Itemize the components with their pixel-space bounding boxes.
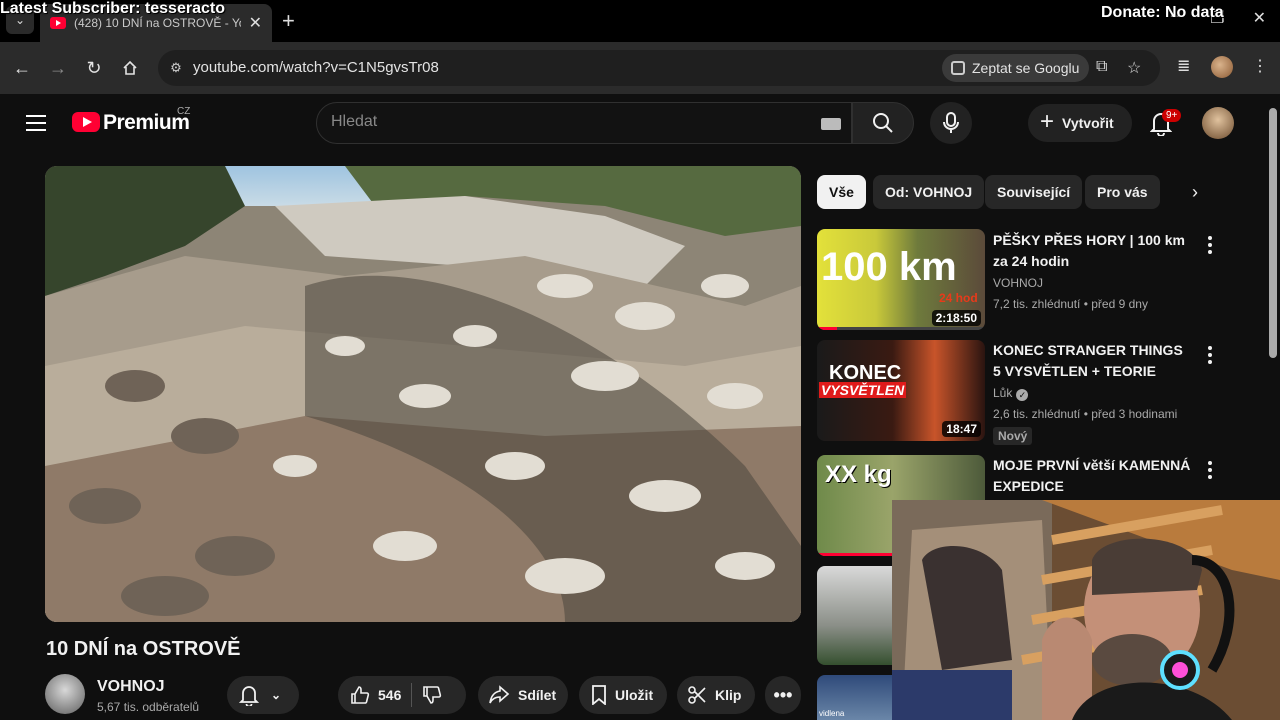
chip-related[interactable]: Související bbox=[985, 175, 1083, 209]
rec-meta-1: 7,2 tis. zhlédnutí • před 9 dny bbox=[993, 297, 1148, 311]
install-app-icon[interactable]: ⧉ bbox=[1096, 58, 1107, 76]
video-player[interactable] bbox=[45, 166, 801, 622]
scrollbar-thumb[interactable] bbox=[1269, 108, 1277, 358]
back-icon[interactable]: ← bbox=[10, 56, 34, 80]
user-avatar[interactable] bbox=[1202, 107, 1234, 139]
share-icon bbox=[489, 685, 510, 704]
rec-channel-1[interactable]: VOHNOJ bbox=[993, 276, 1043, 290]
tab-title: (428) 10 DNÍ na OSTROVĚ - YouTube bbox=[74, 16, 241, 30]
forward-icon[interactable]: → bbox=[46, 56, 70, 80]
channel-avatar[interactable] bbox=[45, 674, 85, 714]
rec-meta-2: 2,6 tis. zhlédnutí • před 3 hodinami bbox=[993, 407, 1178, 421]
tab-close-icon[interactable]: ✕ bbox=[249, 13, 262, 33]
youtube-header: Premium CZ + Vytvořit 9+ bbox=[0, 94, 1280, 156]
rec-channel-2[interactable]: Lůk ✓ bbox=[993, 386, 1029, 401]
channel-name[interactable]: VOHNOJ bbox=[97, 678, 165, 696]
lens-icon bbox=[951, 61, 965, 75]
search-box bbox=[316, 102, 852, 144]
youtube-favicon-icon bbox=[50, 17, 66, 29]
search-button[interactable] bbox=[852, 102, 914, 144]
rec-thumbnail-1[interactable]: 100 km 24 hod 2:18:50 bbox=[817, 229, 985, 330]
scissors-icon bbox=[688, 686, 706, 704]
bookmark-star-icon[interactable]: ☆ bbox=[1127, 58, 1141, 78]
chip-all[interactable]: Vše bbox=[817, 175, 866, 209]
rec-duration-2: 18:47 bbox=[942, 421, 981, 437]
clip-label: Klip bbox=[715, 687, 742, 703]
voice-search-button[interactable] bbox=[930, 102, 972, 144]
address-bar[interactable]: ⚙ youtube.com/watch?v=C1N5gvsTr08 Zeptat… bbox=[158, 50, 1160, 86]
menu-icon[interactable] bbox=[26, 115, 46, 131]
rec-menu-icon[interactable] bbox=[1208, 346, 1214, 364]
create-label: Vytvořit bbox=[1062, 115, 1114, 131]
chip-for-you[interactable]: Pro vás bbox=[1085, 175, 1160, 209]
search-icon bbox=[873, 113, 893, 133]
keyboard-icon[interactable] bbox=[821, 118, 841, 130]
home-icon[interactable] bbox=[118, 56, 142, 80]
search-input[interactable] bbox=[331, 113, 811, 131]
streamer-webcam bbox=[892, 500, 1280, 720]
stream-overlay-donate: Donate: No data bbox=[1101, 4, 1224, 21]
save-button[interactable]: Uložit bbox=[579, 676, 667, 714]
rec-duration-1: 2:18:50 bbox=[931, 310, 981, 326]
chevron-right-icon[interactable]: › bbox=[1180, 180, 1210, 204]
rec-channel-2-name: Lůk bbox=[993, 386, 1013, 400]
youtube-logo-icon[interactable] bbox=[72, 112, 100, 132]
site-info-icon[interactable]: ⚙ bbox=[166, 58, 186, 78]
rec-title-1[interactable]: PĚŠKY PŘES HORY | 100 km za 24 hodin bbox=[993, 230, 1193, 272]
ask-google-label: Zeptat se Googlu bbox=[972, 60, 1080, 76]
rec-thumb-text-3: XX kg bbox=[825, 461, 892, 488]
new-badge: Nový bbox=[993, 427, 1033, 445]
clip-button[interactable]: Klip bbox=[677, 676, 755, 714]
country-code: CZ bbox=[177, 106, 191, 117]
webcam-feed bbox=[892, 500, 1280, 720]
rec-thumbnail-2[interactable]: KONEC VYSVĚTLEN 18:47 bbox=[817, 340, 985, 441]
rec-title-2[interactable]: KONEC STRANGER THINGS 5 VYSVĚTLEN + TEOR… bbox=[993, 340, 1193, 382]
create-button[interactable]: + Vytvořit bbox=[1028, 104, 1132, 142]
rec-thumb-sub-1: 24 hod bbox=[939, 291, 978, 305]
rec-menu-icon[interactable] bbox=[1208, 461, 1214, 479]
share-label: Sdílet bbox=[518, 687, 557, 703]
notifications-badge: 9+ bbox=[1162, 109, 1182, 122]
save-bookmark-icon bbox=[592, 685, 606, 705]
chevron-down-icon: ⌄ bbox=[271, 688, 282, 702]
verified-check-icon: ✓ bbox=[1016, 389, 1029, 401]
url-text[interactable]: youtube.com/watch?v=C1N5gvsTr08 bbox=[193, 59, 439, 76]
browser-toolbar: ← → ↻ ⚙ youtube.com/watch?v=C1N5gvsTr08 … bbox=[0, 42, 1280, 94]
rec-thumb-sub-2: VYSVĚTLEN bbox=[819, 382, 907, 398]
rec-thumb-text-5: vidlena bbox=[819, 709, 845, 718]
stream-overlay-latest-subscriber: Latest Subscriber: tesseracto bbox=[0, 0, 225, 17]
thumbs-up-icon[interactable] bbox=[350, 685, 370, 705]
chip-from-channel[interactable]: Od: VOHNOJ bbox=[873, 175, 985, 209]
subscribed-notifications-button[interactable]: ⌄ bbox=[227, 676, 299, 714]
media-controls-icon[interactable]: ≣ bbox=[1177, 56, 1190, 76]
video-title: 10 DNÍ na OSTROVĚ bbox=[46, 638, 241, 660]
thumbs-down-icon[interactable] bbox=[422, 685, 442, 705]
rec-title-3[interactable]: MOJE PRVNÍ větší KAMENNÁ EXPEDICE bbox=[993, 455, 1193, 497]
window-close-icon[interactable]: ✕ bbox=[1253, 8, 1266, 28]
browser-menu-icon[interactable]: ⋮ bbox=[1252, 56, 1268, 76]
more-actions-icon[interactable]: ••• bbox=[765, 676, 801, 714]
microphone-icon bbox=[943, 112, 959, 133]
bell-icon bbox=[239, 686, 259, 706]
new-tab-button[interactable]: + bbox=[282, 8, 295, 34]
ask-google-button[interactable]: Zeptat se Googlu bbox=[942, 54, 1090, 82]
save-label: Uložit bbox=[615, 687, 654, 703]
reload-icon[interactable]: ↻ bbox=[82, 56, 106, 80]
share-button[interactable]: Sdílet bbox=[478, 676, 568, 714]
like-count[interactable]: 546 bbox=[378, 687, 401, 703]
video-frame-rocks bbox=[45, 166, 801, 622]
browser-profile-avatar[interactable] bbox=[1211, 56, 1233, 78]
like-dislike-group: 546 bbox=[338, 676, 466, 714]
rec-thumb-text-1: 100 km bbox=[821, 245, 957, 289]
plus-icon: + bbox=[1040, 108, 1055, 135]
subscriber-count: 5,67 tis. odběratelů bbox=[97, 700, 200, 714]
rec-menu-icon[interactable] bbox=[1208, 236, 1214, 254]
